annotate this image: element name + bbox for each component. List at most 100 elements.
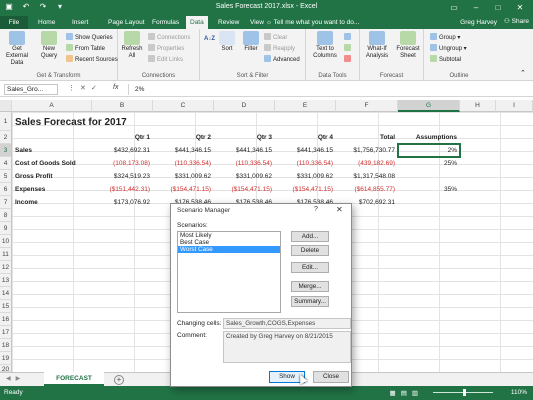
name-box[interactable]: Sales_Gro... <box>4 84 58 95</box>
row-header-7[interactable]: 7 <box>0 196 12 209</box>
column-header-d[interactable]: D <box>214 100 275 112</box>
tab-insert[interactable]: Insert <box>68 16 92 29</box>
delete-scenario-button[interactable]: Delete <box>291 245 329 256</box>
connections-button[interactable]: Connections <box>148 33 190 42</box>
row-header-4[interactable]: 4 <box>0 157 12 170</box>
cogs-qtr4[interactable]: (110,336.54) <box>275 157 333 170</box>
properties-button[interactable]: Properties <box>148 44 184 53</box>
sales-qtr4[interactable]: $441,346.15 <box>275 144 333 157</box>
gross-profit-total[interactable]: $1,317,548.08 <box>336 170 395 183</box>
reapply-button[interactable]: Reapply <box>264 44 295 53</box>
sales-total[interactable]: $1,756,730.77 <box>336 144 395 157</box>
cogs-assumption[interactable]: 25% <box>398 157 457 170</box>
column-header-c[interactable]: C <box>153 100 214 112</box>
show-queries-button[interactable]: Show Queries <box>66 33 113 42</box>
gross-profit-qtr4[interactable]: $331,009.62 <box>275 170 333 183</box>
row-label-expenses[interactable]: Expenses <box>15 183 45 196</box>
row-header-16[interactable]: 16 <box>0 313 12 326</box>
row-header-11[interactable]: 11 <box>0 248 12 261</box>
scenario-item-best-case[interactable]: Best Case <box>178 239 280 246</box>
minimize-icon[interactable]: – <box>465 0 487 15</box>
cogs-qtr1[interactable]: (108,173.08) <box>92 157 150 170</box>
advanced-button[interactable]: Advanced <box>264 55 300 64</box>
normal-view-icon[interactable]: ▦ <box>390 390 401 397</box>
row-header-12[interactable]: 12 <box>0 261 12 274</box>
page-break-view-icon[interactable]: ▥ <box>412 390 423 397</box>
ungroup-button[interactable]: Ungroup ▾ <box>430 44 467 53</box>
sheet-tab-forecast[interactable]: FORECAST <box>44 372 104 386</box>
tab-page-layout[interactable]: Page Layout <box>104 16 149 29</box>
gross-profit-qtr2[interactable]: $331,009.62 <box>153 170 211 183</box>
column-header-h[interactable]: H <box>460 100 496 112</box>
expenses-qtr4[interactable]: ($154,471.15) <box>275 183 333 196</box>
header-qtr4[interactable]: Qtr 4 <box>275 131 333 144</box>
row-header-8[interactable]: 8 <box>0 209 12 222</box>
from-table-button[interactable]: From Table <box>66 44 105 53</box>
edit-links-button[interactable]: Edit Links <box>148 55 183 64</box>
tell-me-box[interactable]: ☼ Tell me what you want to do... <box>266 16 359 29</box>
tab-data[interactable]: Data <box>186 16 208 29</box>
zoom-level[interactable]: 110% <box>511 389 527 396</box>
gross-profit-qtr1[interactable]: $324,519.23 <box>92 170 150 183</box>
next-sheet-icon[interactable]: ▶ <box>16 376 26 382</box>
new-query-button[interactable]: New Query <box>36 31 62 60</box>
row-header-20[interactable]: 20 <box>0 365 12 372</box>
row-header-13[interactable]: 13 <box>0 274 12 287</box>
column-header-a[interactable]: A <box>12 100 92 112</box>
formula-options-icon[interactable]: ⋮ <box>68 85 80 92</box>
sales-qtr1[interactable]: $432,692.31 <box>92 144 150 157</box>
close-icon[interactable]: ✕ <box>509 0 531 15</box>
row-label-sales[interactable]: Sales <box>15 144 32 157</box>
expenses-qtr3[interactable]: ($154,471.15) <box>214 183 272 196</box>
user-name[interactable]: Greg Harvey <box>460 16 497 29</box>
collapse-ribbon-icon[interactable]: ⌃ <box>520 69 526 78</box>
subtotal-button[interactable]: Subtotal <box>430 55 461 64</box>
column-header-e[interactable]: E <box>275 100 336 112</box>
row-header-17[interactable]: 17 <box>0 326 12 339</box>
row-header-10[interactable]: 10 <box>0 235 12 248</box>
merge-scenarios-button[interactable]: Merge... <box>291 281 329 292</box>
clear-button[interactable]: Clear <box>264 33 287 42</box>
row-label-gross-profit[interactable]: Gross Profit <box>15 170 53 183</box>
insert-function-icon[interactable]: fx <box>113 84 118 91</box>
share-button[interactable]: ⚇ Share <box>504 16 529 28</box>
what-if-analysis-button[interactable]: What-If Analysis <box>362 31 392 60</box>
header-qtr3[interactable]: Qtr 3 <box>214 131 272 144</box>
header-qtr1[interactable]: Qtr 1 <box>92 131 150 144</box>
column-header-b[interactable]: B <box>92 100 153 112</box>
gross-profit-qtr3[interactable]: $331,009.62 <box>214 170 272 183</box>
refresh-all-button[interactable]: Refresh All <box>120 31 144 60</box>
dialog-close-button[interactable]: Close <box>313 371 349 383</box>
row-header-19[interactable]: 19 <box>0 352 12 365</box>
help-icon[interactable]: ? <box>314 206 318 213</box>
income-qtr1[interactable]: $173,076.92 <box>92 196 150 209</box>
zoom-slider-knob[interactable] <box>463 389 466 396</box>
row-header-3[interactable]: 3 <box>0 144 12 157</box>
sheet-title[interactable]: Sales Forecast for 2017 <box>15 114 127 131</box>
forecast-sheet-button[interactable]: Forecast Sheet <box>394 31 422 60</box>
tab-formulas[interactable]: Formulas <box>148 16 183 29</box>
expenses-qtr1[interactable]: ($151,442.31) <box>92 183 150 196</box>
row-label-income[interactable]: Income <box>15 196 38 209</box>
row-header-18[interactable]: 18 <box>0 339 12 352</box>
row-header-6[interactable]: 6 <box>0 183 12 196</box>
cogs-qtr3[interactable]: (110,336.54) <box>214 157 272 170</box>
ribbon-display-icon[interactable]: ▭ <box>443 0 465 15</box>
text-to-columns-button[interactable]: Text to Columns <box>310 31 340 60</box>
row-header-9[interactable]: 9 <box>0 222 12 235</box>
select-all-corner[interactable] <box>0 100 12 112</box>
edit-scenario-button[interactable]: Edit... <box>291 262 329 273</box>
prev-sheet-icon[interactable]: ◀ <box>6 376 16 382</box>
expenses-qtr2[interactable]: ($154,471.15) <box>153 183 211 196</box>
row-header-5[interactable]: 5 <box>0 170 12 183</box>
cogs-qtr2[interactable]: (110,336.54) <box>153 157 211 170</box>
enter-icon[interactable]: ✓ <box>91 85 102 92</box>
tab-home[interactable]: Home <box>34 16 59 29</box>
row-header-15[interactable]: 15 <box>0 300 12 313</box>
add-sheet-button[interactable]: + <box>114 375 124 385</box>
formula-input[interactable]: 2% <box>128 84 521 95</box>
maximize-icon[interactable]: □ <box>487 0 509 15</box>
sales-qtr3[interactable]: $441,346.15 <box>214 144 272 157</box>
tab-file[interactable]: File <box>0 16 28 29</box>
cancel-icon[interactable]: ✕ <box>80 85 91 92</box>
